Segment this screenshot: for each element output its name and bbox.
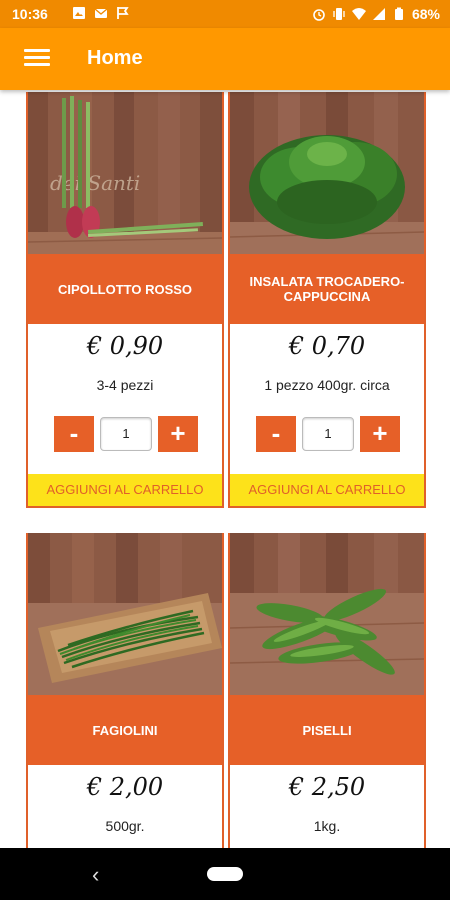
signal-icon xyxy=(372,8,385,20)
product-description: 1 pezzo 400gr. circa xyxy=(264,377,390,393)
product-grid[interactable]: dei Santi CIPOLLOTTO ROSSO € 0,90 3-4 pe… xyxy=(0,90,450,848)
add-to-cart-button[interactable]: AGGIUNGI AL CARRELLO xyxy=(230,474,424,506)
add-to-cart-button[interactable]: AGGIUNGI AL CARRELLO xyxy=(28,474,222,506)
status-time: 10:36 xyxy=(12,6,48,22)
mail-icon xyxy=(94,8,108,18)
product-price: € 0,70 xyxy=(288,332,366,360)
product-description: 3-4 pezzi xyxy=(96,377,154,393)
product-card: INSALATA TROCADERO-CAPPUCCINA € 0,70 1 p… xyxy=(228,92,426,508)
product-name: FAGIOLINI xyxy=(28,695,222,765)
status-bar: 10:36 68% xyxy=(0,0,450,28)
product-description: 1kg. xyxy=(313,818,341,834)
product-photo xyxy=(230,92,424,254)
quantity-input[interactable]: 1 xyxy=(302,417,354,451)
product-photo xyxy=(28,533,222,695)
quantity-input[interactable]: 1 xyxy=(100,417,152,451)
image-icon xyxy=(73,7,85,19)
back-chevron-icon[interactable]: ‹ xyxy=(92,862,99,888)
product-name: CIPOLLOTTO ROSSO xyxy=(28,254,222,324)
increase-quantity-button[interactable]: + xyxy=(158,416,198,452)
quantity-stepper: - 1 + xyxy=(54,416,198,452)
battery-icon xyxy=(394,7,403,20)
flag-icon xyxy=(117,7,129,19)
notification-icons xyxy=(72,6,130,20)
battery-percent: 68% xyxy=(411,6,440,22)
home-pill-icon[interactable] xyxy=(207,867,243,881)
decrease-quantity-button[interactable]: - xyxy=(256,416,296,452)
vibrate-icon xyxy=(333,8,345,20)
product-name: INSALATA TROCADERO-CAPPUCCINA xyxy=(230,254,424,324)
product-description: 500gr. xyxy=(105,818,145,834)
alarm-icon xyxy=(313,9,325,21)
hamburger-menu-icon[interactable] xyxy=(24,46,50,72)
product-price: € 2,50 xyxy=(288,773,366,801)
product-card: PISELLI € 2,50 1kg. xyxy=(228,533,426,848)
product-name: PISELLI xyxy=(230,695,424,765)
product-card: FAGIOLINI € 2,00 500gr. xyxy=(26,533,224,848)
product-price: € 0,90 xyxy=(86,332,164,360)
product-photo xyxy=(230,533,424,695)
app-bar: Home xyxy=(0,28,450,90)
system-nav-bar: ‹ xyxy=(0,848,450,900)
page-title: Home xyxy=(87,47,143,69)
increase-quantity-button[interactable]: + xyxy=(360,416,400,452)
quantity-stepper: - 1 + xyxy=(256,416,400,452)
product-price: € 2,00 xyxy=(86,773,164,801)
product-card: dei Santi CIPOLLOTTO ROSSO € 0,90 3-4 pe… xyxy=(26,92,224,508)
decrease-quantity-button[interactable]: - xyxy=(54,416,94,452)
wifi-icon xyxy=(351,8,366,20)
status-right-icons: 68% xyxy=(312,6,440,22)
product-photo: dei Santi xyxy=(28,92,222,254)
